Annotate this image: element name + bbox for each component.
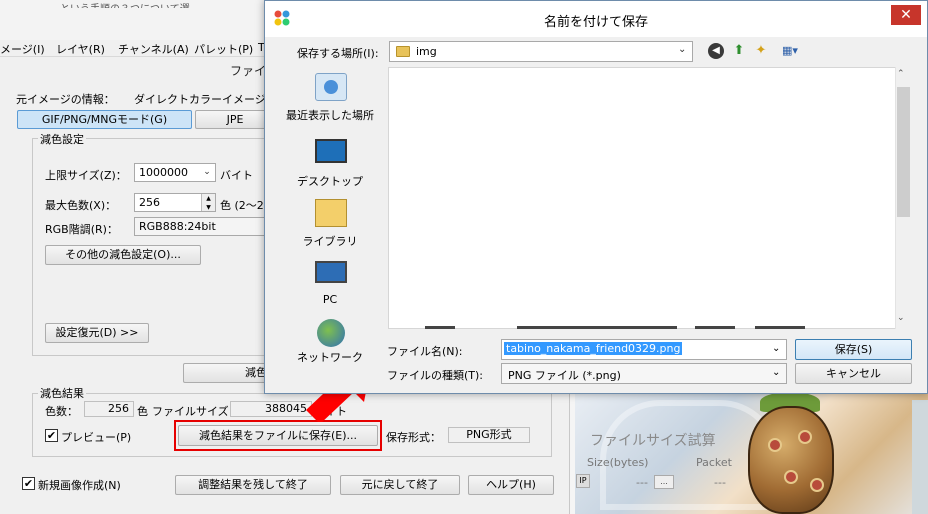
file-size-label: ファイルサイズ： [152, 405, 240, 418]
preview-image-egg [748, 406, 834, 514]
revert-and-exit-button[interactable]: 元に戻して終了 [340, 475, 460, 495]
egg-decoration [768, 438, 782, 452]
egg-decoration [798, 430, 812, 444]
place-pc-label: PC [322, 293, 338, 306]
tab-jpeg[interactable]: JPE [195, 110, 275, 129]
place-network-label: ネットワーク [297, 351, 363, 364]
max-colors-unit: 色 (2〜2 [220, 199, 264, 212]
place-desktop-label: デスクトップ [297, 175, 363, 188]
scroll-down-icon[interactable]: ⌄ [897, 313, 905, 323]
egg-decoration [810, 478, 824, 492]
result-group-title: 減色結果 [38, 385, 86, 401]
file-list[interactable] [388, 67, 912, 329]
image-info-label: 元イメージの情報： [16, 93, 115, 106]
filetype-label: ファイルの種類(T): [387, 369, 484, 382]
desktop-icon [315, 139, 347, 163]
file-list-partial-row [425, 324, 805, 329]
filetype-value: PNG ファイル (*.png) [508, 369, 621, 382]
menu-item-palette[interactable]: パレット(P) [194, 41, 253, 57]
up-folder-icon[interactable]: ⬆ [731, 43, 747, 59]
menu-item-channel[interactable]: チャンネル(A) [118, 41, 189, 57]
location-combo[interactable]: img ⌄ [389, 41, 693, 62]
network-icon [317, 319, 345, 347]
filename-label: ファイル名(N): [387, 345, 463, 358]
location-label: 保存する場所(I): [297, 47, 379, 60]
scrollbar-thumb[interactable] [897, 87, 910, 217]
rgb-level-label: RGB階調(R)： [45, 223, 118, 236]
folder-icon [396, 46, 410, 57]
close-button[interactable]: ✕ [891, 5, 921, 25]
restore-settings-button[interactable]: 設定復元(D) >> [45, 323, 149, 343]
keep-and-exit-button[interactable]: 調整結果を残して終了 [175, 475, 331, 495]
chevron-down-icon[interactable]: ⌄ [772, 343, 780, 354]
places-bar: 最近表示した場所 デスクトップ ライブラリ PC ネットワーク [275, 67, 385, 371]
tab-gif-png-mng[interactable]: GIF/PNG/MNGモード(G) [17, 110, 192, 129]
ip-label: IP [576, 474, 590, 488]
colors-count-unit: 色 [137, 405, 148, 418]
help-button[interactable]: ヘルプ(H) [468, 475, 554, 495]
max-colors-label: 最大色数(X)： [45, 199, 117, 212]
chevron-down-icon: ⌄ [203, 167, 211, 177]
rgb-level-combo[interactable]: RGB888:24bit [134, 217, 274, 236]
size-value: --- [636, 476, 648, 489]
preview-label: プレビュー(P) [61, 431, 132, 444]
place-recent-label: 最近表示した場所 [286, 109, 374, 122]
size-more-button[interactable]: ... [654, 475, 674, 489]
new-image-checkbox[interactable]: ✔ [22, 477, 35, 490]
size-bytes-header: Size(bytes) [587, 456, 649, 469]
colors-count-value: 256 [84, 401, 134, 417]
new-folder-icon[interactable]: ✦ [753, 43, 769, 59]
egg-decoration [784, 470, 798, 484]
chevron-down-icon: ⌄ [772, 367, 781, 378]
preview-scroll-strip [912, 400, 928, 514]
other-settings-button[interactable]: その他の減色設定(O)... [45, 245, 201, 265]
menu-item-layer[interactable]: レイヤ(R) [56, 41, 105, 57]
save-as-dialog: 名前を付けて保存 ✕ 保存する場所(I): img ⌄ ◀ ⬆ ✦ ▦▾ 最近表… [264, 0, 928, 394]
max-colors-stepper[interactable]: 256 ▲ ▼ [134, 193, 216, 212]
size-limit-label: 上限サイズ(Z)： [45, 169, 127, 182]
view-menu-icon[interactable]: ▦▾ [777, 43, 803, 59]
place-library-label: ライブラリ [302, 235, 358, 248]
location-value: img [416, 45, 437, 58]
packet-value: --- [714, 476, 726, 489]
size-limit-combo[interactable]: 1000000 ⌄ [134, 163, 216, 182]
size-limit-unit: バイト [220, 169, 253, 182]
save-format-label: 保存形式： [386, 431, 441, 444]
menu-bar: メージ(I) レイヤ(R) チャンネル(A) パレット(P) T [0, 40, 280, 57]
reduction-settings-title: 減色設定 [38, 131, 86, 147]
scroll-up-icon[interactable]: ⌃ [897, 69, 905, 79]
new-image-label: 新規画像作成(N) [38, 479, 121, 492]
recent-places-icon [315, 73, 347, 101]
packet-header: Packet [696, 456, 732, 469]
menu-item-image[interactable]: メージ(I) [0, 41, 45, 57]
filename-field[interactable]: tabino_nakama_friend0329.png ⌄ [501, 339, 787, 360]
filesize-estimate-title: ファイルサイズ試算 [590, 433, 716, 449]
save-format-value: PNG形式 [448, 427, 530, 443]
pc-icon [315, 261, 347, 283]
cancel-button[interactable]: キャンセル [795, 363, 912, 384]
library-icon [315, 199, 347, 227]
rgb-level-value: RGB888:24bit [139, 220, 216, 233]
max-colors-value: 256 [139, 196, 160, 209]
size-limit-value: 1000000 [139, 166, 188, 179]
dialog-title: 名前を付けて保存 [543, 15, 648, 30]
filetype-combo[interactable]: PNG ファイル (*.png) ⌄ [501, 363, 787, 384]
back-icon[interactable]: ◀ [708, 43, 724, 59]
chevron-down-icon: ⌄ [678, 44, 687, 55]
filename-value: tabino_nakama_friend0329.png [504, 342, 683, 355]
spinner-arrows-icon[interactable]: ▲ ▼ [201, 194, 215, 211]
preview-checkbox[interactable]: ✔ [45, 429, 58, 442]
background-window-title: ファイ [230, 64, 267, 78]
colors-count-label: 色数： [45, 405, 78, 418]
highlight-box [174, 420, 382, 451]
save-button[interactable]: 保存(S) [795, 339, 912, 360]
